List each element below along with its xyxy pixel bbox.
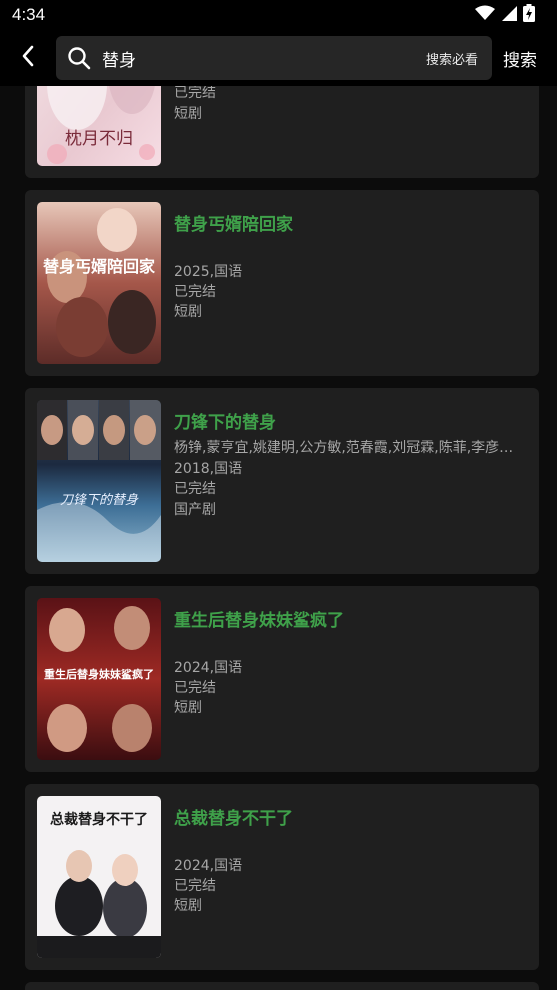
result-year-language: 2024,国语 <box>174 858 243 874</box>
result-poster[interactable]: 替身丐婿陪回家 <box>37 202 161 364</box>
app-screen: 枕月不归 已完结 短剧 替身丐婿陪回家 替身丐婿陪回家 2025,国语 已完结 … <box>0 0 557 990</box>
result-category: 短剧 <box>174 106 202 122</box>
result-card[interactable]: 刀锋下的替身 刀锋下的替身 杨铮,蒙亨宜,姚建明,公方敏,范春霞,刘冠霖,陈菲,… <box>25 388 539 574</box>
result-category: 短剧 <box>174 304 202 320</box>
result-poster[interactable]: 重生后替身妹妹鲨疯了 <box>37 598 161 760</box>
result-year-language: 2018,国语 <box>174 461 243 477</box>
poster-title-art: 枕月不归 <box>65 129 133 149</box>
result-year-language: 2024,国语 <box>174 660 243 676</box>
status-bar: 4:34 <box>0 0 557 30</box>
result-status: 已完结 <box>174 878 216 894</box>
back-button[interactable] <box>0 30 56 86</box>
result-category: 短剧 <box>174 898 202 914</box>
search-hint-link[interactable]: 搜索必看 <box>426 49 478 68</box>
result-title[interactable]: 重生后替身妹妹鲨疯了 <box>174 606 524 631</box>
status-time: 4:34 <box>12 5 46 24</box>
search-icon <box>56 36 102 80</box>
result-card[interactable]: 总裁替身不干了 总裁替身不干了 2024,国语 已完结 短剧 <box>25 784 539 970</box>
back-arrow-icon <box>21 45 35 71</box>
poster-title-art: 重生后替身妹妹鲨疯了 <box>44 667 154 681</box>
result-status: 已完结 <box>174 284 216 300</box>
search-box[interactable]: 搜索必看 <box>56 36 492 80</box>
poster-title-art: 总裁替身不干了 <box>50 811 148 828</box>
result-card[interactable] <box>25 982 539 990</box>
result-status: 已完结 <box>174 680 216 696</box>
search-submit-button[interactable]: 搜索 <box>503 30 537 86</box>
result-title[interactable]: 总裁替身不干了 <box>174 804 524 829</box>
wifi-icon <box>475 5 495 25</box>
result-card[interactable]: 替身丐婿陪回家 替身丐婿陪回家 2025,国语 已完结 短剧 <box>25 190 539 376</box>
status-icons <box>475 4 535 26</box>
result-year-language: 2025,国语 <box>174 264 243 280</box>
result-category: 国产剧 <box>174 502 216 518</box>
poster-title-art: 刀锋下的替身 <box>60 493 139 508</box>
result-title[interactable]: 刀锋下的替身 <box>174 408 524 433</box>
search-results-list[interactable]: 枕月不归 已完结 短剧 替身丐婿陪回家 替身丐婿陪回家 2025,国语 已完结 … <box>0 0 557 990</box>
result-poster[interactable]: 总裁替身不干了 <box>37 796 161 958</box>
search-header: 搜索必看 搜索 <box>0 30 557 86</box>
result-poster[interactable]: 刀锋下的替身 <box>37 400 161 562</box>
search-input[interactable] <box>102 48 426 68</box>
cellular-signal-icon <box>501 5 517 25</box>
result-cast: 杨铮,蒙亨宜,姚建明,公方敏,范春霞,刘冠霖,陈菲,李彦… <box>174 440 514 456</box>
battery-charging-icon <box>523 4 535 26</box>
result-title[interactable]: 替身丐婿陪回家 <box>174 210 524 235</box>
poster-title-art: 替身丐婿陪回家 <box>43 257 156 276</box>
result-status: 已完结 <box>174 481 216 497</box>
result-category: 短剧 <box>174 700 202 716</box>
result-card[interactable]: 重生后替身妹妹鲨疯了 重生后替身妹妹鲨疯了 2024,国语 已完结 短剧 <box>25 586 539 772</box>
